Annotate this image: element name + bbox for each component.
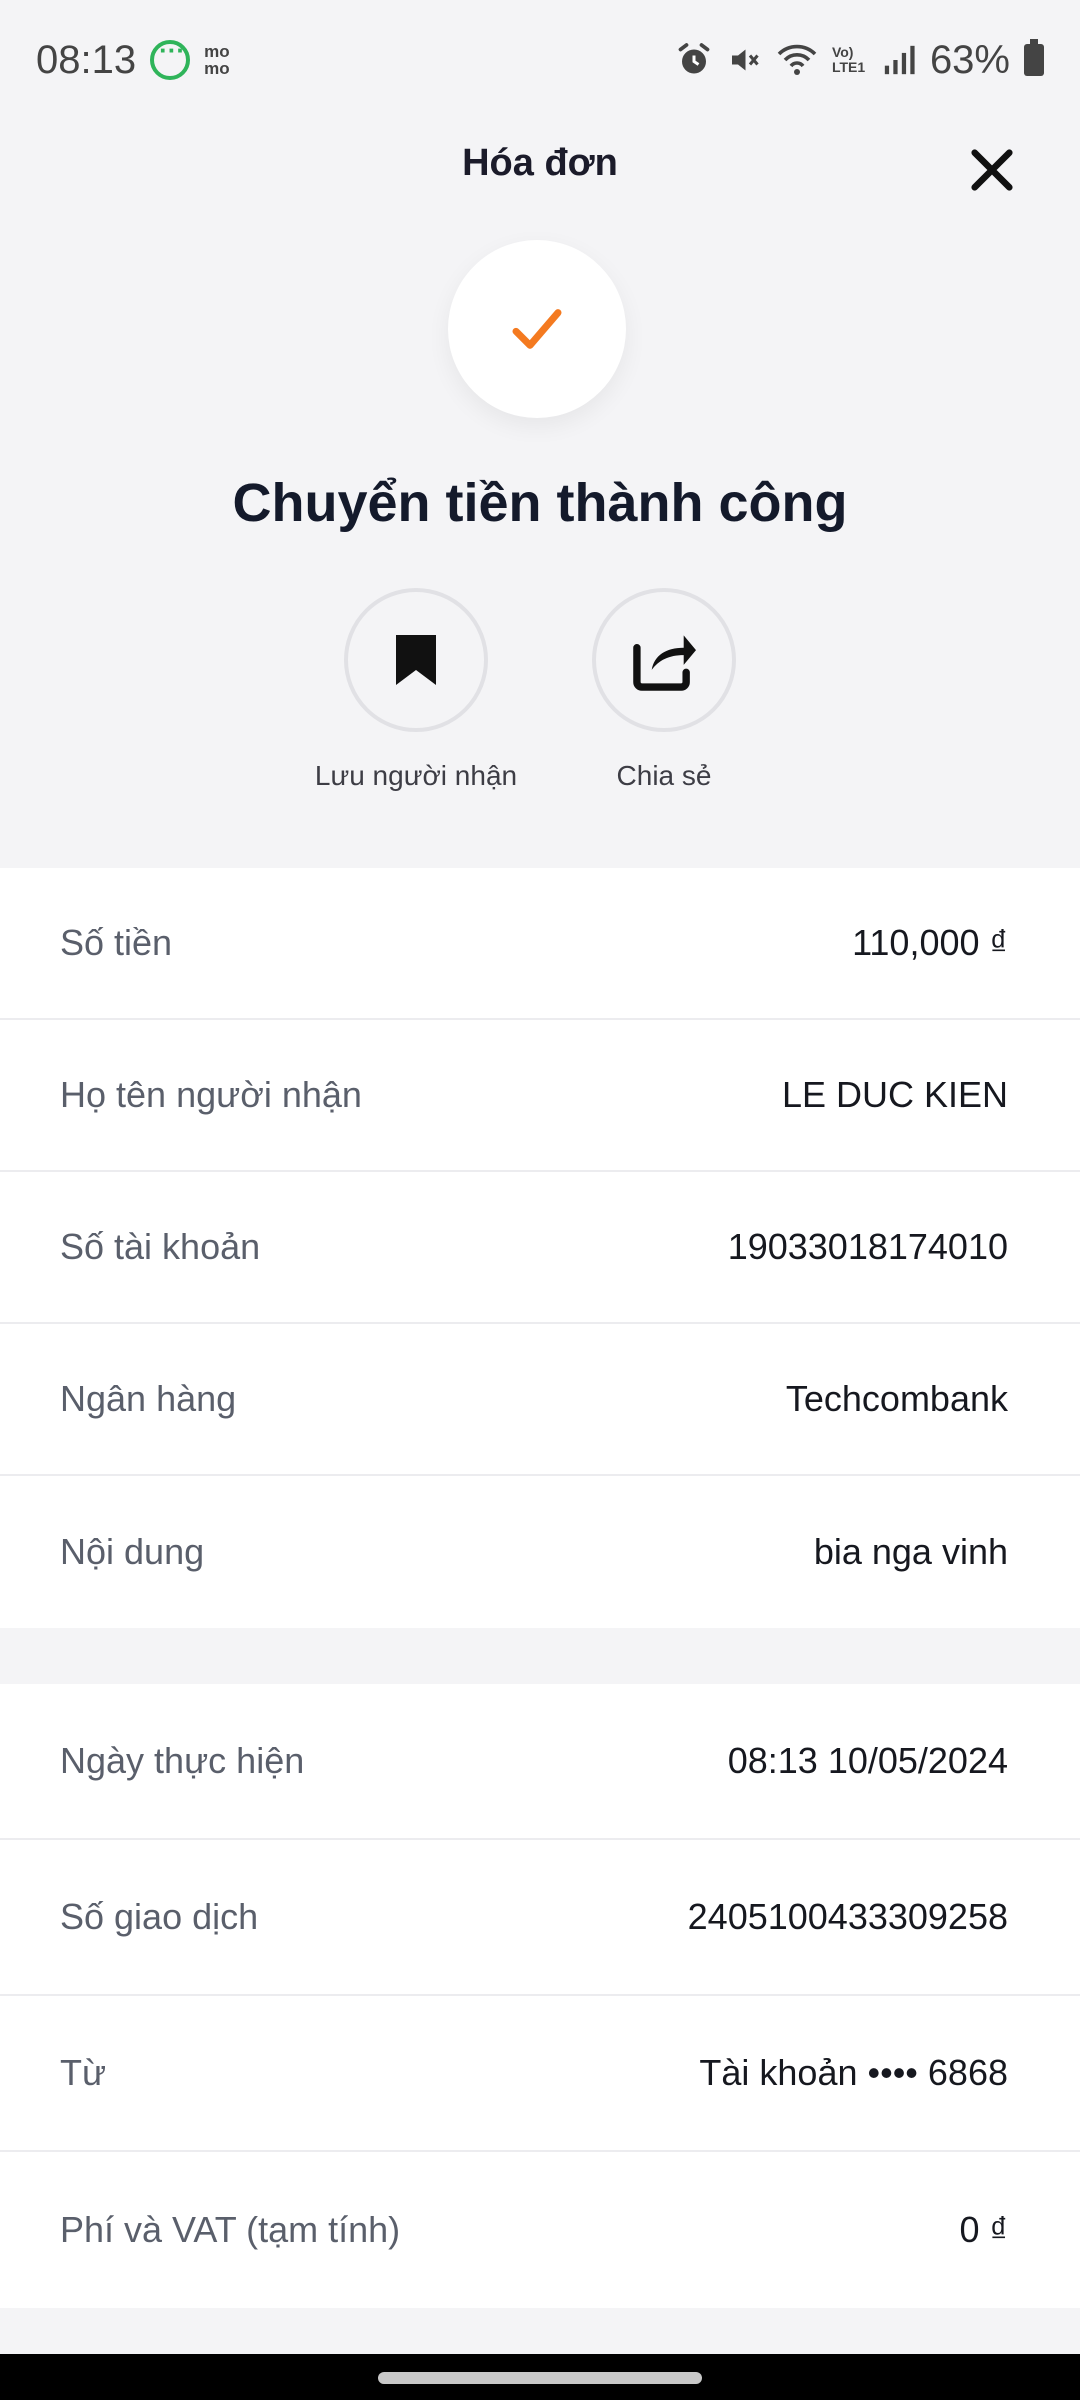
detail-value: Tài khoản •••• 6868	[699, 2052, 1008, 2093]
detail-row-recipient-name: Họ tên người nhận LE DUC KIEN	[0, 1020, 1080, 1172]
detail-value: 110,000 ₫	[852, 922, 1008, 963]
save-recipient-circle[interactable]	[344, 588, 488, 732]
detail-row-amount: Số tiền 110,000 ₫	[0, 868, 1080, 1020]
system-nav-bar	[0, 2354, 1080, 2400]
detail-value: Techcombank	[785, 1378, 1008, 1419]
signal-icon	[884, 45, 915, 75]
share-label: Chia sẻ	[616, 760, 712, 791]
detail-row-account-number: Số tài khoản 19033018174010	[0, 1172, 1080, 1324]
detail-value: 2405100433309258	[687, 1896, 1008, 1937]
detail-value: LE DUC KIEN	[781, 1074, 1008, 1115]
detail-label: Ngân hàng	[60, 1378, 237, 1419]
bookmark-icon	[396, 635, 436, 685]
detail-row-transaction-id: Số giao dịch 2405100433309258	[0, 1840, 1080, 1996]
status-bar: 08:13 mo mo Vo) LTE1 63%	[0, 0, 1080, 120]
battery-percent: 63%	[929, 37, 1010, 82]
success-badge	[448, 240, 626, 418]
success-title: Chuyển tiền thành công	[232, 473, 848, 533]
detail-row-content: Nội dung bia nga vinh	[0, 1476, 1080, 1628]
status-left: 08:13 mo mo	[36, 35, 244, 83]
battery-icon	[1024, 39, 1044, 76]
detail-value: 08:13 10/05/2024	[727, 1740, 1008, 1781]
detail-row-bank: Ngân hàng Techcombank	[0, 1324, 1080, 1476]
checkmark-icon	[512, 309, 562, 349]
close-button[interactable]	[954, 132, 1030, 208]
mute-icon	[731, 49, 759, 71]
save-recipient-button[interactable]: Lưu người nhận	[286, 588, 546, 792]
detail-value: 19033018174010	[727, 1226, 1008, 1267]
close-icon	[971, 149, 1013, 191]
volte-icon: Vo) LTE1	[831, 44, 866, 75]
alarm-icon	[678, 43, 710, 74]
detail-value: 0 ₫	[959, 2209, 1009, 2250]
detail-label: Số giao dịch	[60, 1896, 259, 1937]
page-title: Hóa đơn	[462, 142, 618, 184]
home-gesture-handle[interactable]	[378, 2372, 702, 2384]
detail-label: Nội dung	[60, 1531, 205, 1572]
momo-notification-icon: mo mo	[204, 42, 230, 78]
header: Hóa đơn	[0, 120, 1080, 220]
save-recipient-label: Lưu người nhận	[314, 760, 518, 791]
detail-row-source-account: Từ Tài khoản •••• 6868	[0, 1996, 1080, 2152]
share-circle[interactable]	[592, 588, 736, 732]
wifi-icon	[777, 44, 817, 75]
share-icon	[633, 635, 696, 691]
detail-value: bia nga vinh	[813, 1531, 1008, 1572]
detail-label: Ngày thực hiện	[60, 1740, 305, 1781]
detail-row-date: Ngày thực hiện 08:13 10/05/2024	[0, 1684, 1080, 1840]
detail-label: Họ tên người nhận	[60, 1074, 362, 1115]
detail-label: Phí và VAT (tạm tính)	[60, 2209, 401, 2250]
status-right: Vo) LTE1 63%	[676, 38, 1044, 83]
share-button[interactable]: Chia sẻ	[534, 588, 794, 792]
detail-label: Số tài khoản	[60, 1226, 261, 1267]
detail-row-fee: Phí và VAT (tạm tính) 0 ₫	[0, 2152, 1080, 2308]
detail-label: Từ	[60, 2052, 107, 2093]
detail-label: Số tiền	[60, 922, 173, 963]
chat-notification-icon	[150, 35, 191, 80]
transfer-details-card: Số tiền 110,000 ₫ Họ tên người nhận LE D…	[0, 868, 1080, 1628]
status-time: 08:13	[36, 37, 137, 82]
transaction-info-card: Ngày thực hiện 08:13 10/05/2024 Số giao …	[0, 1684, 1080, 2308]
